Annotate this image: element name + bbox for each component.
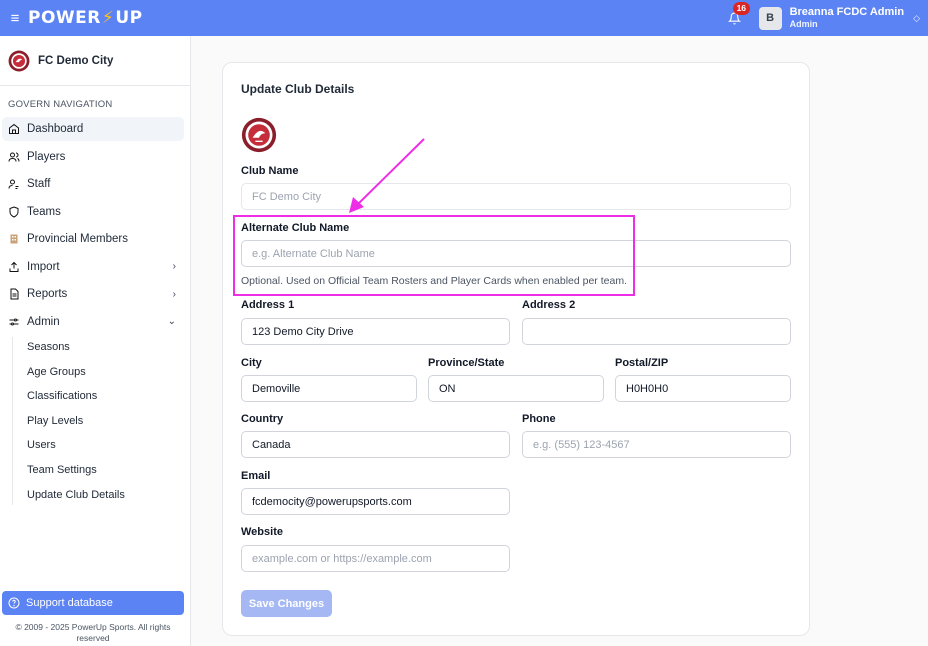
user-role: Admin xyxy=(789,19,818,29)
sidebar-item-import[interactable]: Import › xyxy=(2,255,184,279)
sidebar-item-label: Provincial Members xyxy=(27,233,128,245)
sidebar-subitem-seasons[interactable]: Seasons xyxy=(27,337,190,357)
help-circle-icon xyxy=(8,597,20,609)
country-label: Country xyxy=(241,413,284,425)
page-title: Update Club Details xyxy=(241,82,355,96)
chevron-updown-icon[interactable]: ◇ xyxy=(913,13,920,24)
sidebar-item-label: Import xyxy=(27,260,60,273)
chevron-right-icon: › xyxy=(172,288,176,300)
annotation-arrow-icon xyxy=(349,138,425,213)
sliders-icon xyxy=(8,316,20,328)
bolt-icon: ⚡ xyxy=(101,8,115,28)
menu-icon[interactable]: ≡ xyxy=(2,0,28,36)
upload-icon xyxy=(8,261,20,273)
sidebar-item-label: Admin xyxy=(27,315,60,328)
address2-label: Address 2 xyxy=(522,299,576,311)
support-database-button[interactable]: Support database xyxy=(2,591,184,615)
sidebar-item-reports[interactable]: Reports › xyxy=(2,282,184,306)
top-bar: ≡ POWER ⚡ UP 16 B Breanna FCDC Admin Admin… xyxy=(0,0,928,36)
club-logo-icon xyxy=(8,50,30,71)
club-switcher[interactable]: FC Demo City xyxy=(0,36,190,86)
file-icon xyxy=(8,288,20,300)
logo-text-right: UP xyxy=(115,8,143,28)
club-name-label: Club Name xyxy=(241,165,299,177)
save-changes-button[interactable]: Save Changes xyxy=(241,590,332,617)
country-field[interactable]: Canada xyxy=(241,431,510,458)
user-tag-icon xyxy=(8,178,20,190)
support-label: Support database xyxy=(26,597,113,609)
user-menu[interactable]: Breanna FCDC Admin Admin xyxy=(790,6,905,30)
building-icon xyxy=(8,233,20,245)
address1-label: Address 1 xyxy=(241,299,295,311)
sidebar-subitem-classifications[interactable]: Classifications xyxy=(27,386,190,406)
annotation-highlight-box xyxy=(233,215,635,296)
shield-icon xyxy=(8,205,20,218)
sidebar-subitem-team-settings[interactable]: Team Settings xyxy=(27,460,190,480)
email-label: Email xyxy=(241,470,271,482)
chevron-down-icon: ⌄ xyxy=(167,316,176,327)
sidebar-item-label: Players xyxy=(27,150,66,163)
sidebar-item-label: Reports xyxy=(27,288,68,300)
province-field[interactable]: ON xyxy=(428,375,604,402)
copyright: © 2009 - 2025 PowerUp Sports. All rights… xyxy=(15,622,171,643)
nav-heading: GOVERN NAVIGATION xyxy=(8,99,113,110)
postal-label: Postal/ZIP xyxy=(615,357,669,369)
website-label: Website xyxy=(241,526,283,538)
club-name: FC Demo City xyxy=(38,54,114,67)
province-label: Province/State xyxy=(428,357,505,369)
sidebar-item-admin[interactable]: Admin ⌄ xyxy=(2,310,184,334)
users-icon xyxy=(8,151,20,163)
chevron-right-icon: › xyxy=(172,261,176,272)
sidebar-subitem-update-club-details[interactable]: Update Club Details xyxy=(27,485,190,505)
avatar[interactable]: B xyxy=(758,6,782,30)
sidebar-subitem-users[interactable]: Users xyxy=(27,435,190,455)
home-icon xyxy=(8,123,20,135)
address2-field[interactable] xyxy=(522,318,791,345)
admin-submenu: Seasons Age Groups Classifications Play … xyxy=(12,337,190,505)
sidebar-item-dashboard[interactable]: Dashboard xyxy=(2,117,184,141)
website-field[interactable]: example.com or https://example.com xyxy=(241,545,510,572)
app-logo[interactable]: POWER ⚡ UP xyxy=(28,8,143,28)
city-label: City xyxy=(241,357,262,369)
notifications-button[interactable]: 16 xyxy=(725,2,751,28)
sidebar-subitem-age-groups[interactable]: Age Groups xyxy=(27,362,190,382)
sidebar-item-teams[interactable]: Teams xyxy=(2,200,184,224)
postal-field[interactable]: H0H0H0 xyxy=(615,375,791,402)
club-crest-icon[interactable] xyxy=(241,117,277,153)
user-name: Breanna FCDC Admin xyxy=(789,6,905,18)
sidebar-item-staff[interactable]: Staff xyxy=(2,172,184,196)
notification-badge: 16 xyxy=(732,2,751,15)
sidebar-item-label: Teams xyxy=(27,205,61,218)
logo-text-left: POWER xyxy=(28,8,101,28)
sidebar-subitem-play-levels[interactable]: Play Levels xyxy=(27,411,190,431)
sidebar-item-label: Staff xyxy=(27,178,51,190)
email-field[interactable]: fcdemocity@powerupsports.com xyxy=(241,488,510,515)
address1-field[interactable]: 123 Demo City Drive xyxy=(241,318,510,345)
sidebar-item-label: Dashboard xyxy=(27,123,84,135)
sidebar-item-provincial-members[interactable]: Provincial Members xyxy=(2,227,184,251)
phone-label: Phone xyxy=(522,413,556,425)
sidebar-item-players[interactable]: Players xyxy=(2,145,184,169)
club-name-field[interactable]: FC Demo City xyxy=(241,183,791,210)
sidebar: FC Demo City GOVERN NAVIGATION Dashboard… xyxy=(0,36,191,646)
phone-field[interactable]: e.g. (555) 123-4567 xyxy=(522,431,791,458)
city-field[interactable]: Demoville xyxy=(241,375,417,402)
